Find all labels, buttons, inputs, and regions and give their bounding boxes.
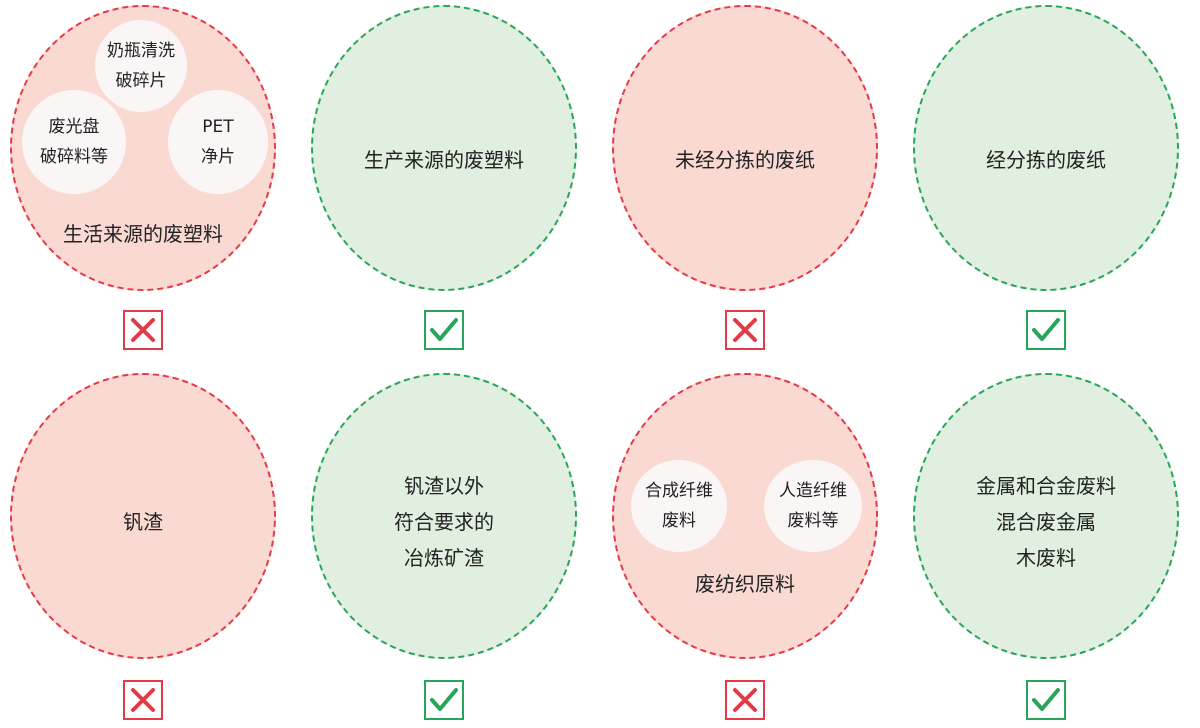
category-label: 未经分拣的废纸 <box>675 148 815 172</box>
category-label: 金属和合金废料 混合废金属 木废料 <box>976 474 1116 570</box>
cross-icon <box>123 680 163 720</box>
bubble-disc-fragments: 废光盘 破碎料等 <box>22 90 126 194</box>
check-icon <box>1026 680 1066 720</box>
category-label: 废纺织原料 <box>695 572 795 596</box>
category-label: 钒渣 <box>123 510 163 534</box>
category-label: 钒渣以外 符合要求的 冶炼矿渣 <box>394 474 494 570</box>
bubble-pet-flakes: PET 净片 <box>168 90 268 194</box>
bubble-synthetic-fiber: 合成纤维 废料 <box>631 460 727 552</box>
category-label: 生产来源的废塑料 <box>364 148 524 172</box>
cross-icon <box>725 310 765 350</box>
check-icon <box>424 680 464 720</box>
check-icon <box>424 310 464 350</box>
cross-icon <box>725 680 765 720</box>
bubble-bottle-fragments: 奶瓶清洗 破碎片 <box>95 20 187 112</box>
bubble-artificial-fiber: 人造纤维 废料等 <box>764 460 862 552</box>
category-label: 生活来源的废塑料 <box>63 222 223 246</box>
check-icon <box>1026 310 1066 350</box>
category-label: 经分拣的废纸 <box>986 148 1106 172</box>
cross-icon <box>123 310 163 350</box>
